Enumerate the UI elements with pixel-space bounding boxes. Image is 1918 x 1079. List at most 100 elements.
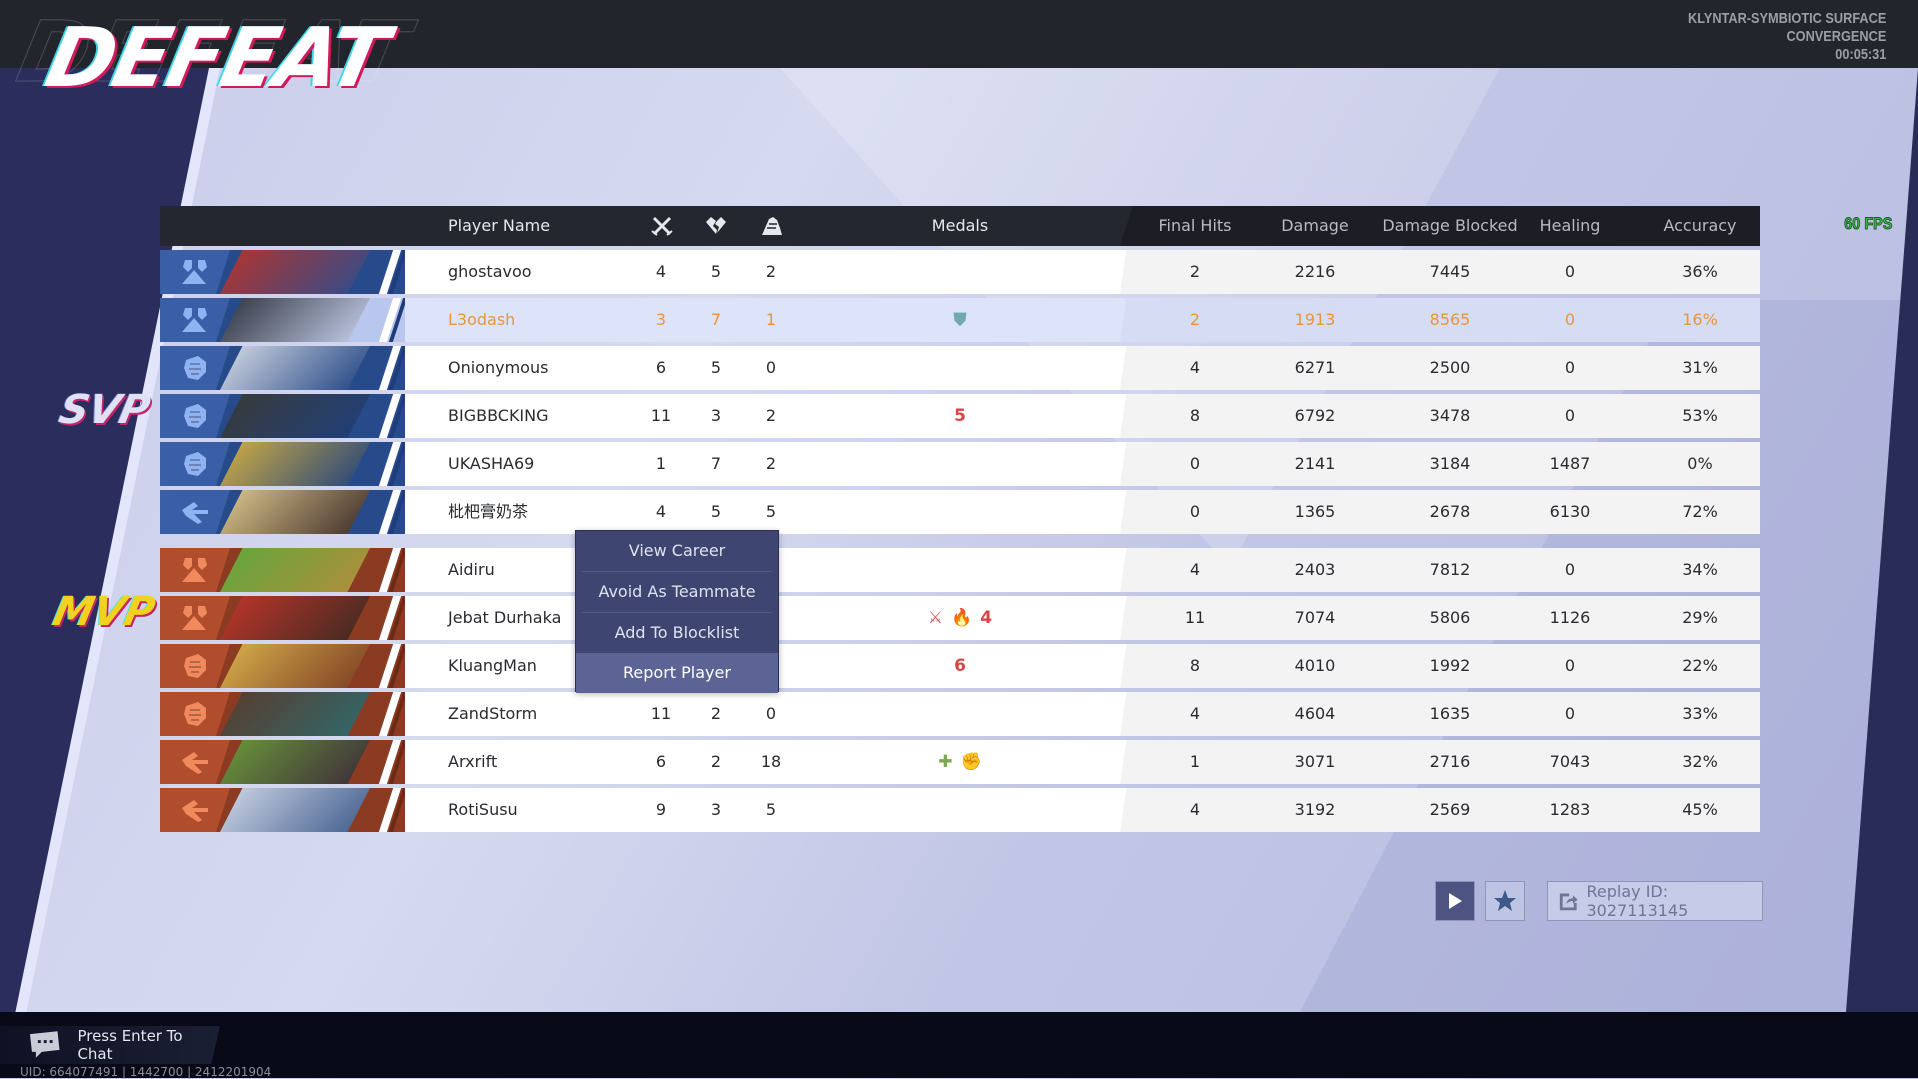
player-name[interactable]: L3odash <box>448 298 515 342</box>
player-name[interactable]: ghostavoo <box>448 250 532 294</box>
match-time: 00:05:31 <box>1834 46 1886 63</box>
kills-value: 1 <box>655 454 667 473</box>
fist-medal-icon[interactable]: ✊ <box>961 752 982 772</box>
final-hits-value: 11 <box>1184 608 1206 627</box>
chat-bubble-icon <box>29 1031 60 1058</box>
assists-value: 0 <box>765 358 777 377</box>
player-row[interactable]: Jebat Durhaka ⚔ 🔥 4 11 7074 5806 1126 29% <box>160 596 1760 640</box>
player-row[interactable]: 枇杷膏奶茶 4 5 5 0 1365 2678 6130 72% <box>160 490 1760 534</box>
final-hits-value: 4 <box>1189 800 1201 819</box>
assists-value: 18 <box>760 752 782 771</box>
fire-medal-icon[interactable]: 🔥 <box>951 608 972 628</box>
player-row[interactable]: RotiSusu 9 3 5 4 3192 2569 1283 45% <box>160 788 1760 832</box>
player-row[interactable]: Aidiru 4 2403 7812 0 34% <box>160 548 1760 592</box>
shield-medal-icon[interactable]: ⛊ <box>954 310 967 330</box>
chat-prompt[interactable]: Press Enter To Chat <box>0 1026 220 1064</box>
player-context-menu: View Career Avoid As Teammate Add To Blo… <box>575 530 779 693</box>
player-name[interactable]: ZandStorm <box>448 692 537 736</box>
kills-value: 11 <box>650 704 672 723</box>
menu-add-to-blocklist[interactable]: Add To Blocklist <box>582 613 772 653</box>
healing-cross-medal-icon[interactable]: ✚ <box>938 752 952 772</box>
damage-value: 2141 <box>1294 454 1336 473</box>
damage-value: 4604 <box>1294 704 1336 723</box>
medals-cell <box>860 788 1060 832</box>
player-row[interactable]: UKASHA69 1 7 2 0 2141 3184 1487 0% <box>160 442 1760 486</box>
team-blue-rows: ghostavoo 4 5 2 2 2216 7445 0 36% L3odas… <box>160 250 1760 534</box>
play-replay-button[interactable] <box>1435 881 1475 921</box>
hero-art <box>220 490 370 534</box>
deaths-value: 2 <box>710 752 722 771</box>
damage-blocked-value: 1635 <box>1429 704 1471 723</box>
streak-medal-icon[interactable]: 5 <box>954 406 966 426</box>
damage-blocked-value: 7445 <box>1429 262 1471 281</box>
scoreboard: Player Name Medals Final Hits Damage Dam… <box>160 206 1760 832</box>
final-hits-value: 0 <box>1189 454 1201 473</box>
kills-value: 9 <box>655 800 667 819</box>
player-row[interactable]: L3odash 3 7 1 ⛊ 2 1913 8565 0 16% <box>160 298 1760 342</box>
assists-value: 5 <box>765 800 777 819</box>
col-healing: Healing <box>1539 216 1601 235</box>
healing-value: 1487 <box>1549 454 1591 473</box>
star-icon <box>1494 890 1516 911</box>
deaths-value: 5 <box>710 262 722 281</box>
fps-counter: 60 FPS <box>1844 214 1893 234</box>
player-name[interactable]: Aidiru <box>448 548 495 592</box>
accuracy-value: 34% <box>1682 560 1718 579</box>
player-name[interactable]: BIGBBCKING <box>448 394 549 438</box>
kills-value: 3 <box>655 310 667 329</box>
healing-value: 0 <box>1564 358 1576 377</box>
player-row[interactable]: Onionymous 6 5 0 4 6271 2500 0 31% <box>160 346 1760 390</box>
player-row[interactable]: ghostavoo 4 5 2 2 2216 7445 0 36% <box>160 250 1760 294</box>
player-name[interactable]: KluangMan <box>448 644 537 688</box>
final-hits-value: 2 <box>1189 310 1201 329</box>
hero-art <box>220 596 370 640</box>
role-strategist-icon <box>160 740 230 784</box>
final-hits-value: 8 <box>1189 656 1201 675</box>
col-medals: Medals <box>931 216 989 235</box>
player-row[interactable]: KluangMan 6 8 4010 1992 0 22% <box>160 644 1760 688</box>
final-hits-value: 4 <box>1189 704 1201 723</box>
mvp-badge: MVP <box>49 589 159 635</box>
medals-cell: ✚ ✊ <box>860 740 1060 784</box>
assists-value: 1 <box>765 310 777 329</box>
medals-cell <box>860 346 1060 390</box>
map-name-line1: KLYNTAR-SYMBIOTIC SURFACE <box>1687 10 1886 27</box>
final-hits-value: 4 <box>1189 560 1201 579</box>
role-duelist-icon <box>160 692 230 736</box>
player-name[interactable]: RotiSusu <box>448 788 518 832</box>
accuracy-value: 16% <box>1682 310 1718 329</box>
assists-value: 0 <box>765 704 777 723</box>
deaths-value: 5 <box>710 502 722 521</box>
damage-value: 2403 <box>1294 560 1336 579</box>
col-player-name: Player Name <box>448 216 551 235</box>
replay-controls: Replay ID: 3027113145 <box>1435 881 1763 921</box>
player-name[interactable]: Arxrift <box>448 740 497 784</box>
uid-info: UID: 664077491 | 1442700 | 2412201904 <box>20 1065 272 1079</box>
medals-cell <box>860 250 1060 294</box>
menu-view-career[interactable]: View Career <box>582 531 772 572</box>
player-row[interactable]: Arxrift 6 2 18 ✚ ✊ 1 3071 2716 7043 32% <box>160 740 1760 784</box>
assists-value: 2 <box>765 454 777 473</box>
player-row[interactable]: BIGBBCKING 11 3 2 5 8 6792 3478 0 53% <box>160 394 1760 438</box>
player-name[interactable]: UKASHA69 <box>448 442 534 486</box>
final-hits-value: 0 <box>1189 502 1201 521</box>
crossed-swords-medal-icon[interactable]: ⚔ <box>928 608 943 628</box>
replay-id-button[interactable]: Replay ID: 3027113145 <box>1547 881 1763 921</box>
streak-medal-icon[interactable]: 4 <box>980 608 992 628</box>
play-icon <box>1449 893 1462 909</box>
streak-medal-icon[interactable]: 6 <box>954 656 966 676</box>
chat-prompt-label: Press Enter To Chat <box>77 1027 183 1063</box>
player-name[interactable]: 枇杷膏奶茶 <box>448 490 528 534</box>
menu-avoid-as-teammate[interactable]: Avoid As Teammate <box>582 572 772 613</box>
menu-report-player[interactable]: Report Player <box>576 653 778 693</box>
player-name[interactable]: Jebat Durhaka <box>448 596 561 640</box>
hero-portrait <box>160 490 405 534</box>
role-vanguard-icon <box>160 250 230 294</box>
player-row[interactable]: ZandStorm 11 2 0 4 4604 1635 0 33% <box>160 692 1760 736</box>
damage-blocked-value: 3184 <box>1429 454 1471 473</box>
svp-badge: SVP <box>55 387 154 433</box>
player-name[interactable]: Onionymous <box>448 346 548 390</box>
scoreboard-header: Player Name Medals Final Hits Damage Dam… <box>160 206 1760 246</box>
favorite-replay-button[interactable] <box>1485 881 1525 921</box>
deaths-value: 7 <box>710 454 722 473</box>
